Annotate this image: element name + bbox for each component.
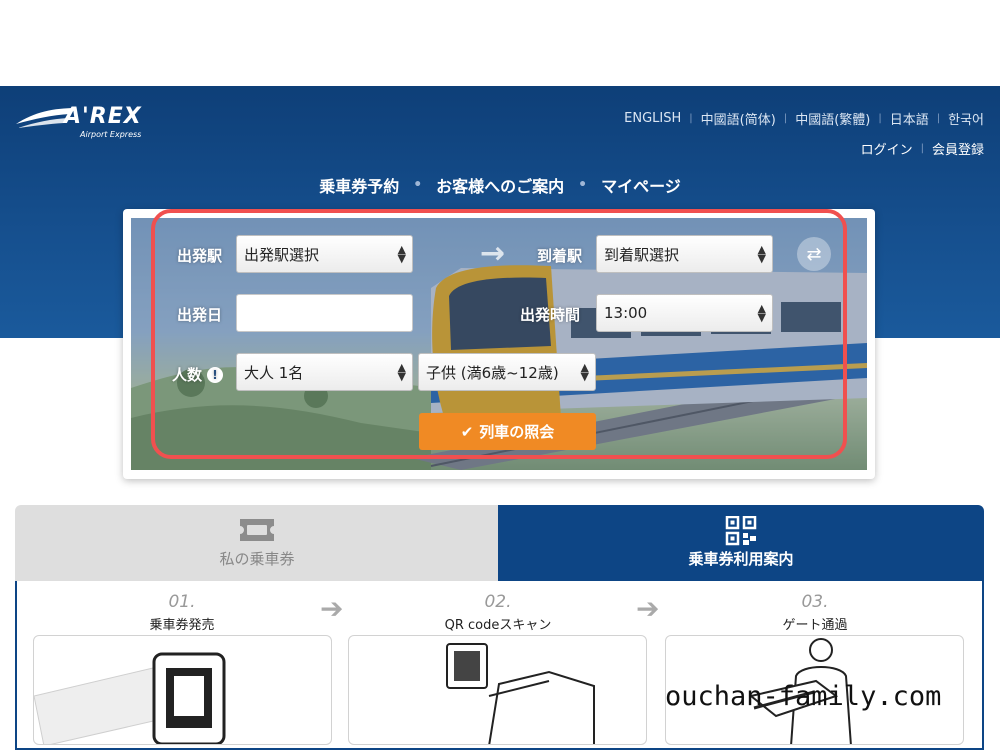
adult-select[interactable]: 大人 1名 ▲ ▼ (236, 353, 413, 391)
arrow-right-icon: → (480, 236, 506, 271)
tab-my-tickets[interactable]: 私の乗車券 (15, 505, 499, 581)
people-label: 人数 (172, 366, 203, 384)
nav-dot: • (413, 177, 423, 193)
lang-english[interactable]: ENGLISH (624, 111, 681, 126)
lang-japanese[interactable]: 日本語 (890, 109, 929, 128)
people-label-wrap: 人数! (172, 364, 224, 385)
child-select[interactable]: 子供 (満6歳~12歳) ▲ ▼ (418, 353, 596, 391)
updown-icon: ▲ ▼ (757, 243, 766, 265)
ticket-icon (240, 519, 274, 541)
info-icon[interactable]: ! (207, 367, 224, 383)
updown-icon: ▲ ▼ (397, 243, 406, 265)
arrival-select[interactable]: 到着駅選択 ▲ ▼ (596, 235, 773, 273)
departure-value: 出発駅選択 (244, 245, 320, 264)
qr-code-icon (725, 516, 757, 546)
arrival-value: 到着駅選択 (604, 245, 680, 264)
time-select[interactable]: 13:00 ▲ ▼ (596, 294, 773, 332)
adult-value: 大人 1名 (244, 363, 304, 382)
step-number: 02. (484, 592, 512, 612)
separator: | (689, 113, 693, 124)
tab-ticket-guide-label: 乗車券利用案内 (688, 550, 794, 568)
account-menu: ログイン | 会員登録 (861, 139, 984, 158)
step-number: 01. (168, 592, 196, 612)
step-1-illustration (33, 635, 332, 745)
login-link[interactable]: ログイン (861, 139, 913, 158)
lang-korean[interactable]: 한국어 (948, 109, 984, 128)
search-trains-button[interactable]: ✔ 列車の照会 (419, 413, 596, 450)
qr-scan-illustration (446, 643, 595, 744)
step-title: QR codeスキャン (444, 618, 552, 633)
nav-mypage[interactable]: マイページ (601, 173, 681, 197)
separator: | (920, 143, 924, 154)
lang-chinese-simplified[interactable]: 中國語(简体) (701, 109, 776, 128)
separator: | (783, 113, 788, 124)
swap-icon: ⇄ (806, 243, 822, 265)
time-value: 13:00 (604, 304, 648, 322)
departure-label: 出発駅 (177, 247, 223, 265)
page: A'REX Airport Express ENGLISH | 中國語(简体) | … (0, 0, 1000, 750)
tab-my-tickets-label: 私の乗車券 (219, 550, 295, 568)
step-title: ゲート通過 (782, 618, 848, 633)
brand-name[interactable]: A'REX (64, 104, 142, 129)
lang-chinese-traditional[interactable]: 中國語(繁體) (795, 109, 870, 128)
nav-dot: • (578, 177, 588, 193)
arrival-label: 到着駅 (537, 247, 583, 265)
register-link[interactable]: 会員登録 (932, 139, 984, 158)
date-label: 出発日 (177, 306, 223, 324)
tab-ticket-guide[interactable]: 乗車券利用案内 (498, 505, 984, 581)
language-menu: ENGLISH | 中國語(简体) | 中國語(繁體) | 日本語 | 한국어 (624, 109, 984, 128)
departure-select[interactable]: 出発駅選択 ▲ ▼ (236, 235, 413, 273)
separator: | (878, 113, 882, 124)
date-input[interactable] (236, 294, 413, 332)
separator: | (936, 113, 941, 124)
nav-customer-guide[interactable]: お客様へのご案内 (436, 173, 564, 197)
step-number: 03. (801, 592, 829, 612)
updown-icon: ▲ ▼ (397, 361, 406, 383)
step-2-illustration (348, 635, 647, 745)
check-icon: ✔ (460, 422, 474, 441)
step-title: 乗車券発売 (149, 618, 215, 633)
brand-tagline: Airport Express (80, 130, 142, 139)
nav-ticket-reservation[interactable]: 乗車券予約 (319, 173, 399, 197)
step-arrow-icon: ➔ (320, 592, 344, 625)
step-1: 01. 乗車券発売 (82, 592, 282, 633)
step-2: 02. QR codeスキャン (398, 592, 598, 633)
updown-icon: ▲ ▼ (757, 302, 766, 324)
swap-stations-button[interactable]: ⇄ (797, 237, 831, 271)
search-button-label: 列車の照会 (479, 423, 555, 441)
child-value: 子供 (満6歳~12歳) (426, 363, 559, 382)
step-3: 03. ゲート通過 (715, 592, 915, 633)
updown-icon: ▲ ▼ (580, 361, 589, 383)
step-arrow-icon: ➔ (636, 592, 660, 625)
site-watermark: ouchan-family.com (665, 681, 942, 712)
ticket-purchase-illustration (34, 652, 226, 744)
main-nav: 乗車券予約 • お客様へのご案内 • マイページ (0, 173, 1000, 197)
time-label: 出発時間 (520, 306, 581, 324)
